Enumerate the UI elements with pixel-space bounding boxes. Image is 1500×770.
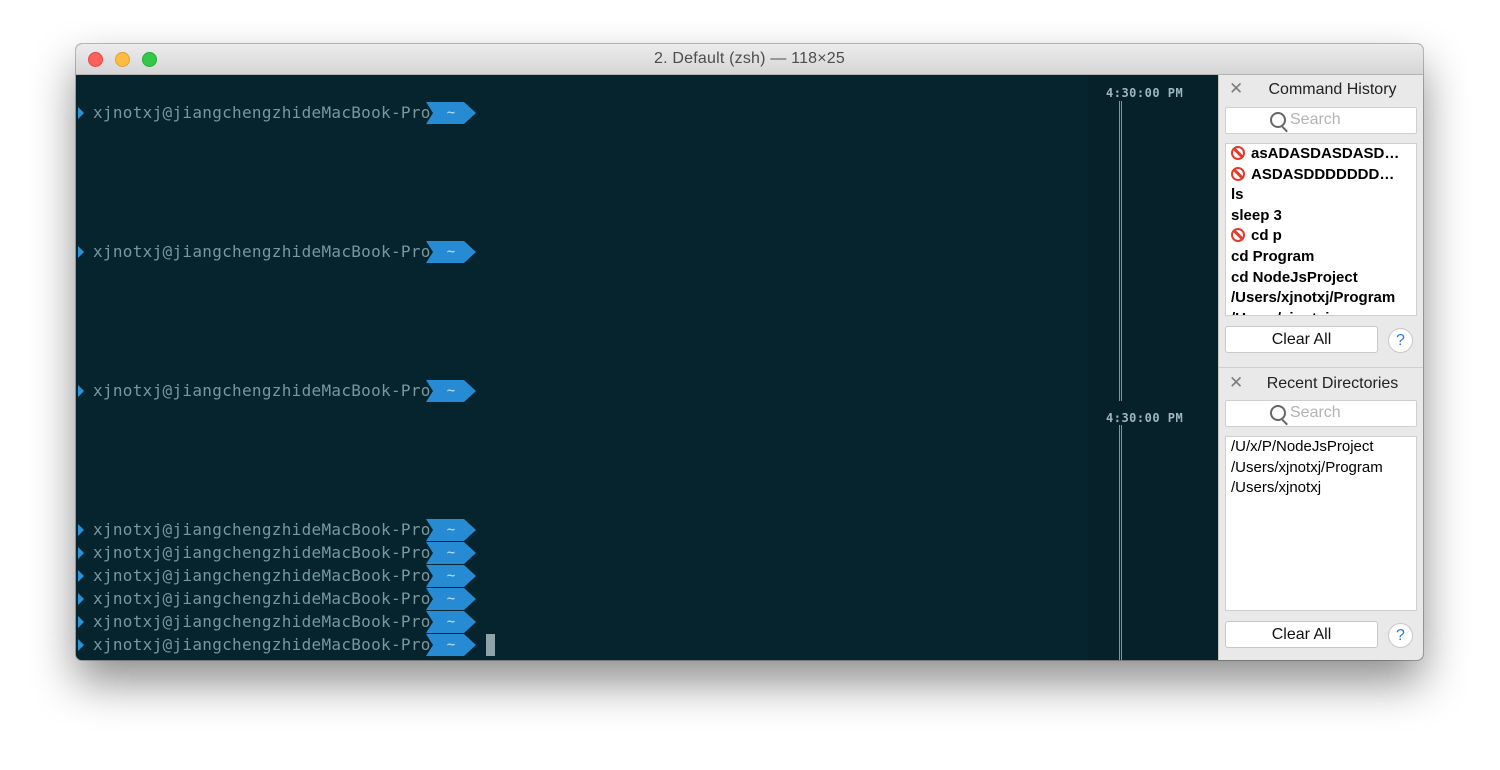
history-item-label: cd Program (1231, 247, 1315, 265)
directory-item[interactable]: /U/x/P/NodeJsProject (1226, 437, 1416, 458)
prompt-arrow-icon (78, 570, 84, 582)
command-history-search[interactable] (1225, 107, 1417, 134)
prompt-host: xjnotxj@jiangchengzhideMacBook-Pro (93, 103, 431, 122)
terminal-output[interactable]: 4:30:00 PM 4:30:00 PM xjnotxj@jiangcheng… (76, 75, 1218, 660)
history-item-label: cd NodeJsProject (1231, 268, 1358, 286)
prompt-host: xjnotxj@jiangchengzhideMacBook-Pro (93, 589, 431, 608)
prompt-arrow-icon (78, 593, 84, 605)
prompt-dir-segment: ~ (426, 542, 476, 564)
prompt-dir-segment: ~ (426, 588, 476, 610)
timestamp: 4:30:00 PM (1106, 86, 1184, 100)
toolbelt-sidebar: ✕ Command History asADASDASDASDASDASDASD… (1218, 75, 1423, 660)
directories-help-button[interactable]: ? (1388, 623, 1413, 648)
history-item-label: asADASDASDASDASDASD (1251, 145, 1401, 162)
history-item[interactable]: sleep 3 (1226, 206, 1416, 227)
prompt-dir-segment: ~ (426, 565, 476, 587)
window-title: 2. Default (zsh) — 118×25 (653, 50, 846, 67)
recent-directories-title: Recent Directories (1266, 375, 1399, 392)
text-cursor (486, 634, 495, 656)
directory-item[interactable]: /Users/xjnotxj/Program (1226, 458, 1416, 479)
prompt-host: xjnotxj@jiangchengzhideMacBook-Pro (93, 612, 431, 631)
prompt-host: xjnotxj@jiangchengzhideMacBook-Pro (93, 381, 431, 400)
timeline-bar (1119, 101, 1122, 401)
error-status-icon (1231, 146, 1245, 160)
timestamp-column (1088, 75, 1218, 660)
title-bar: 2. Default (zsh) — 118×25 (76, 44, 1423, 75)
recent-directories-search[interactable] (1225, 400, 1417, 427)
history-item-label: ls (1231, 186, 1244, 204)
directory-item[interactable]: /Users/xjnotxj (1226, 478, 1416, 499)
search-icon (1270, 405, 1286, 421)
history-item-label: /Users/xjnotxj/Program (1231, 289, 1396, 307)
history-item[interactable]: ls (1226, 185, 1416, 206)
clear-history-button[interactable]: Clear All (1225, 326, 1378, 353)
timeline-bar (1119, 425, 1122, 660)
prompt-arrow-icon (78, 616, 84, 628)
prompt-host: xjnotxj@jiangchengzhideMacBook-Pro (93, 242, 431, 261)
search-icon (1270, 112, 1286, 128)
history-item-label: cd p (1251, 227, 1282, 245)
prompt-arrow-icon (78, 246, 84, 258)
history-item[interactable]: /Users/xjnotxj (1226, 309, 1416, 315)
history-item[interactable]: cd NodeJsProject (1226, 268, 1416, 289)
prompt-arrow-icon (78, 385, 84, 397)
history-item[interactable]: ASDASDDDDDDDDDDDD (1226, 165, 1416, 186)
prompt-arrow-icon (78, 524, 84, 536)
prompt-dir-segment: ~ (426, 519, 476, 541)
prompt-host: xjnotxj@jiangchengzhideMacBook-Pro (93, 520, 431, 539)
prompt-host: xjnotxj@jiangchengzhideMacBook-Pro (93, 566, 431, 585)
history-help-button[interactable]: ? (1388, 328, 1413, 353)
timestamp: 4:30:00 PM (1106, 411, 1184, 425)
prompt-dir-segment: ~ (426, 241, 476, 263)
command-history-list[interactable]: asADASDASDASDASDASD ASDASDDDDDDDDDDDD ls sl… (1225, 143, 1417, 316)
clear-directories-button[interactable]: Clear All (1225, 621, 1378, 648)
terminal-window: 2. Default (zsh) — 118×25 4:30:00 PM 4:3… (76, 44, 1423, 660)
prompt-dir-segment: ~ (426, 611, 476, 633)
history-item[interactable]: cd Program (1226, 247, 1416, 268)
history-item-label: ASDASDDDDDDDDDDDD (1251, 165, 1401, 183)
history-item[interactable]: asADASDASDASDASDASD (1226, 144, 1416, 165)
command-history-title: Command History (1268, 81, 1397, 98)
history-item-label: sleep 3 (1231, 206, 1282, 224)
error-status-icon (1231, 166, 1245, 181)
prompt-arrow-icon (78, 547, 84, 559)
history-item[interactable]: cd p (1226, 226, 1416, 247)
prompt-arrow-icon (78, 639, 84, 651)
command-history-search-input[interactable] (1290, 111, 1410, 129)
prompt-arrow-icon (78, 107, 84, 119)
error-status-icon (1231, 228, 1245, 243)
panel-divider (1219, 367, 1423, 368)
prompt-dir-segment: ~ (426, 102, 476, 124)
prompt-dir-segment: ~ (426, 380, 476, 402)
history-item-label: /Users/xjnotxj (1231, 310, 1329, 315)
recent-directories-list[interactable]: /U/x/P/NodeJsProject/Users/xjnotxj/Progr… (1225, 436, 1417, 611)
prompt-dir-segment: ~ (426, 634, 476, 656)
prompt-host: xjnotxj@jiangchengzhideMacBook-Pro (93, 543, 431, 562)
recent-directories-search-input[interactable] (1290, 404, 1410, 422)
prompt-host: xjnotxj@jiangchengzhideMacBook-Pro (93, 635, 431, 654)
history-item[interactable]: /Users/xjnotxj/Program (1226, 288, 1416, 309)
